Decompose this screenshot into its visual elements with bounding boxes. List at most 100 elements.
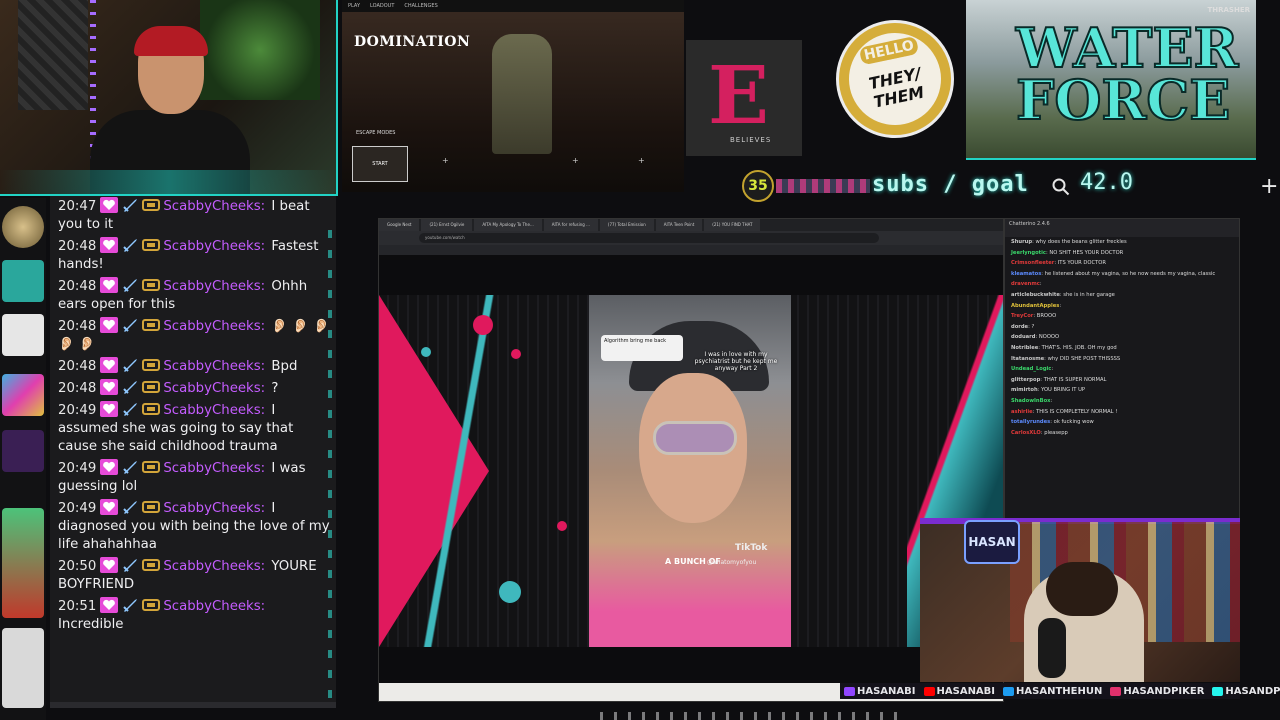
chat-scrollbar[interactable]: [328, 230, 332, 700]
twitch-chat-line: ShadowInBox:: [1011, 397, 1053, 404]
pronoun-sticker-inner: HELLO My pronouns are THEY/ THEM: [840, 24, 950, 134]
heart-badge-icon: [100, 499, 119, 515]
message-username[interactable]: ScabbyCheeks:: [163, 319, 265, 334]
chat-message: 20:49 ScabbyCheeks: I diagnosed you with …: [50, 498, 336, 556]
browser-capture: Google Nest (21) Ernst Ogilvie AITA My A…: [378, 218, 1004, 702]
chat-message: 20:49 ScabbyCheeks: I was guessing lol: [50, 458, 336, 498]
twitch-username[interactable]: Jeerlyngotic: [1011, 250, 1046, 256]
game-tab-play[interactable]: PLAY: [348, 3, 360, 9]
bookmarks-bar: [379, 245, 1003, 255]
twitch-chat-line: dorde: ?: [1011, 323, 1035, 330]
message-username[interactable]: ScabbyCheeks:: [163, 501, 265, 516]
browser-tab[interactable]: AITA Teen Point: [655, 219, 703, 231]
microphone: [1038, 618, 1066, 678]
twitch-username[interactable]: Notriblee: [1011, 345, 1038, 351]
twitch-username[interactable]: kleamatos: [1011, 271, 1041, 277]
sword-badge-icon: [123, 279, 138, 292]
message-username[interactable]: ScabbyCheeks:: [163, 239, 265, 254]
chat-message: 20:51 ScabbyCheeks: Incredible: [50, 596, 336, 636]
message-username[interactable]: ScabbyCheeks:: [163, 403, 265, 418]
message-username[interactable]: ScabbyCheeks:: [163, 359, 265, 374]
twitch-username[interactable]: dravenmc: [1011, 281, 1040, 287]
twitch-message: NO SHIT HES YOUR DOCTOR: [1049, 249, 1124, 256]
browser-tab-strip: Google Nest (21) Ernst Ogilvie AITA My A…: [379, 219, 1003, 231]
twitch-username[interactable]: totallyrundes: [1011, 419, 1050, 425]
streamer-cap: [134, 26, 208, 56]
game-escape-label[interactable]: ESCAPE MODES: [356, 130, 395, 136]
twitch-username[interactable]: dorde: [1011, 324, 1028, 330]
sub-badge-icon: [142, 559, 161, 571]
twitch-username[interactable]: mimirtoh: [1011, 387, 1038, 393]
game-tab-challenges[interactable]: CHALLENGES: [404, 3, 437, 9]
chat-message: 20:48 ScabbyCheeks: ?: [50, 378, 336, 400]
twitch-message: why DID SHE POST THISSSS: [1047, 355, 1121, 362]
message-time: 20:48: [58, 279, 97, 294]
browser-tab[interactable]: (21) YOU FIND THAT: [704, 219, 761, 231]
sword-badge-icon: [123, 199, 138, 212]
search-icon[interactable]: [1052, 178, 1070, 196]
browser-tab[interactable]: (77) Total Emission: [599, 219, 654, 231]
twitch-username[interactable]: articlebuckwhite: [1011, 292, 1060, 298]
logo-caption: BELIEVES: [730, 136, 772, 144]
twitch-username[interactable]: AbundantApples: [1011, 303, 1059, 309]
browser-tab[interactable]: Google Nest: [379, 219, 420, 231]
message-username[interactable]: ScabbyCheeks:: [163, 199, 265, 214]
plus-icon[interactable]: +: [442, 156, 449, 165]
message-username[interactable]: ScabbyCheeks:: [163, 279, 265, 294]
browser-tab[interactable]: AITA for refusing ...: [543, 219, 598, 231]
sub-badge-icon: [142, 501, 161, 513]
message-username[interactable]: ScabbyCheeks:: [163, 559, 265, 574]
message-time: 20:49: [58, 461, 97, 476]
game-start-button[interactable]: START: [352, 146, 408, 182]
youtube-icon: [923, 686, 935, 696]
browser-tab[interactable]: (21) Ernst Ogilvie: [421, 219, 473, 231]
message-username[interactable]: ScabbyCheeks:: [163, 381, 265, 396]
twitch-username[interactable]: ashirlie: [1011, 409, 1033, 415]
twitch-username[interactable]: Itatanosme: [1011, 356, 1044, 362]
message-username[interactable]: ScabbyCheeks:: [163, 461, 265, 476]
twitch-username[interactable]: TreyCor: [1011, 313, 1033, 319]
sword-badge-icon: [123, 501, 138, 514]
video-stage: Algorithm bring me back I was in love wi…: [379, 295, 1003, 647]
heart-badge-icon: [100, 459, 119, 475]
twitch-chat-line: ashirlie: THIS IS COMPLETELY NORMAL !: [1011, 408, 1118, 415]
tiktok-icon: [1212, 686, 1224, 696]
message-time: 20:51: [58, 599, 97, 614]
twitch-username[interactable]: Shurup: [1011, 239, 1032, 245]
tiktok-reply-card: Algorithm bring me back: [601, 335, 683, 361]
game-mode-title: DOMINATION: [354, 34, 471, 50]
decor-dot: [511, 349, 521, 359]
twitch-icon: [844, 686, 855, 696]
socials-bar: HASANABI HASANABI HASANTHEHUN HASANDPIKE…: [840, 683, 1280, 699]
tiktok-video[interactable]: Algorithm bring me back I was in love wi…: [589, 295, 791, 647]
browser-tab[interactable]: AITA My Apology To The...: [474, 219, 542, 231]
wall-poster: [18, 0, 88, 110]
twitch-username[interactable]: ShadowInBox: [1011, 398, 1051, 404]
twitch-chat-line: TreyCor: BROOO: [1011, 313, 1057, 320]
plus-icon[interactable]: +: [638, 156, 645, 165]
sword-badge-icon: [123, 403, 138, 416]
twitch-username[interactable]: glitterpop: [1011, 377, 1040, 383]
social-handle: HASANTHEHUN: [1016, 685, 1103, 697]
sub-badge-icon: [142, 239, 161, 251]
heart-badge-icon: [100, 357, 119, 373]
heart-badge-icon: [100, 401, 119, 417]
emote-icon: [2, 206, 44, 248]
twitch-username[interactable]: CarlosXLO: [1011, 430, 1041, 436]
plus-icon[interactable]: +: [572, 156, 579, 165]
twitch-username[interactable]: Undead_Logic: [1011, 366, 1051, 372]
twitch-username[interactable]: doduard: [1011, 334, 1035, 340]
twitch-username[interactable]: Crimsonfleeter: [1011, 260, 1054, 266]
add-button[interactable]: +: [1260, 174, 1278, 199]
message-username[interactable]: ScabbyCheeks:: [163, 599, 265, 614]
sword-badge-icon: [123, 359, 138, 372]
streamer-webcam: [0, 0, 338, 196]
twitch-chat-line: Jeerlyngotic: NO SHIT HES YOUR DOCTOR: [1011, 249, 1124, 256]
hasan-logo: HASAN: [964, 520, 1020, 564]
url-input[interactable]: youtube.com/watch: [419, 233, 879, 243]
game-tab-loadout[interactable]: LOADOUT: [370, 3, 394, 9]
tiktok-caption: I was in love with my psychiatrist but h…: [694, 351, 778, 372]
browser-address-bar: youtube.com/watch: [379, 231, 1003, 245]
sub-badge-icon: [142, 381, 161, 393]
twitch-chat-line: articlebuckwhite: she is in her garage: [1011, 291, 1115, 298]
